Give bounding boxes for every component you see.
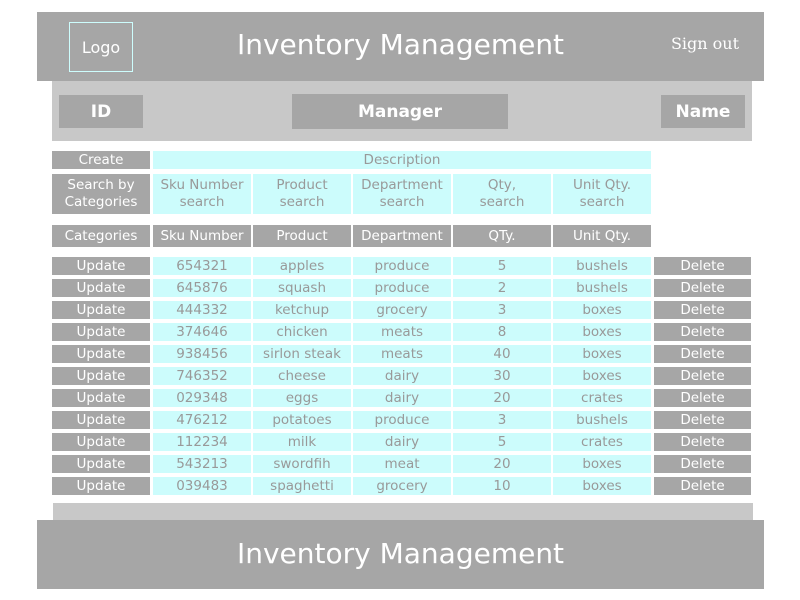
id-field[interactable]: ID bbox=[59, 95, 143, 128]
sku-number-cell: 476212 bbox=[153, 411, 251, 429]
product-cell: chicken bbox=[253, 323, 351, 341]
search-by-categories-label: Search by Categories bbox=[52, 174, 150, 214]
product-cell: ketchup bbox=[253, 301, 351, 319]
qty-search-input[interactable]: Qty, search bbox=[453, 174, 551, 214]
sku-number-cell: 654321 bbox=[153, 257, 251, 275]
sku-number-column-header[interactable]: Sku Number bbox=[153, 225, 251, 247]
qty-cell: 20 bbox=[453, 389, 551, 407]
categories-header: Categories bbox=[52, 225, 150, 247]
qty-cell: 8 bbox=[453, 323, 551, 341]
unit-qty-cell: boxes bbox=[553, 345, 651, 363]
department-search-input[interactable]: Department search bbox=[353, 174, 451, 214]
qty-cell: 3 bbox=[453, 301, 551, 319]
sku-number-cell: 112234 bbox=[153, 433, 251, 451]
department-cell: meat bbox=[353, 455, 451, 473]
unit-qty-search-input[interactable]: Unit Qty. search bbox=[553, 174, 651, 214]
unit-qty-cell: crates bbox=[553, 389, 651, 407]
sku-number-cell: 746352 bbox=[153, 367, 251, 385]
qty-cell: 2 bbox=[453, 279, 551, 297]
delete-button[interactable]: Delete bbox=[654, 301, 751, 319]
delete-button[interactable]: Delete bbox=[654, 257, 751, 275]
bottom-bar bbox=[53, 503, 753, 520]
sku-number-cell: 645876 bbox=[153, 279, 251, 297]
update-button[interactable]: Update bbox=[52, 389, 150, 407]
delete-button[interactable]: Delete bbox=[654, 345, 751, 363]
unit-qty-column-header[interactable]: Unit Qty. bbox=[553, 225, 651, 247]
product-cell: apples bbox=[253, 257, 351, 275]
department-cell: grocery bbox=[353, 477, 451, 495]
product-cell: sirlon steak bbox=[253, 345, 351, 363]
product-cell: milk bbox=[253, 433, 351, 451]
delete-button[interactable]: Delete bbox=[654, 433, 751, 451]
sku-number-cell: 029348 bbox=[153, 389, 251, 407]
delete-button[interactable]: Delete bbox=[654, 367, 751, 385]
delete-button[interactable]: Delete bbox=[654, 323, 751, 341]
sku-number-search-input[interactable]: Sku Number search bbox=[153, 174, 251, 214]
delete-button[interactable]: Delete bbox=[654, 477, 751, 495]
unit-qty-cell: bushels bbox=[553, 257, 651, 275]
unit-qty-cell: bushels bbox=[553, 411, 651, 429]
product-cell: cheese bbox=[253, 367, 351, 385]
product-column-header[interactable]: Product bbox=[253, 225, 351, 247]
description-field[interactable]: Description bbox=[153, 151, 651, 169]
delete-button[interactable]: Delete bbox=[654, 389, 751, 407]
sku-number-cell: 543213 bbox=[153, 455, 251, 473]
department-cell: produce bbox=[353, 411, 451, 429]
unit-qty-cell: boxes bbox=[553, 323, 651, 341]
department-cell: dairy bbox=[353, 433, 451, 451]
update-button[interactable]: Update bbox=[52, 367, 150, 385]
signout-link[interactable]: Sign out bbox=[665, 34, 745, 53]
delete-button[interactable]: Delete bbox=[654, 411, 751, 429]
create-button[interactable]: Create bbox=[52, 151, 150, 169]
sku-number-cell: 374646 bbox=[153, 323, 251, 341]
name-field[interactable]: Name bbox=[661, 95, 745, 128]
qty-cell: 5 bbox=[453, 433, 551, 451]
department-cell: dairy bbox=[353, 367, 451, 385]
department-cell: meats bbox=[353, 345, 451, 363]
product-search-input[interactable]: Product search bbox=[253, 174, 351, 214]
department-cell: meats bbox=[353, 323, 451, 341]
qty-cell: 10 bbox=[453, 477, 551, 495]
department-cell: grocery bbox=[353, 301, 451, 319]
unit-qty-cell: boxes bbox=[553, 455, 651, 473]
unit-qty-cell: bushels bbox=[553, 279, 651, 297]
manager-field[interactable]: Manager bbox=[292, 94, 508, 129]
footer-title: Inventory Management bbox=[236, 537, 565, 570]
update-button[interactable]: Update bbox=[52, 279, 150, 297]
sku-number-cell: 039483 bbox=[153, 477, 251, 495]
update-button[interactable]: Update bbox=[52, 257, 150, 275]
delete-button[interactable]: Delete bbox=[654, 455, 751, 473]
qty-cell: 3 bbox=[453, 411, 551, 429]
sku-number-cell: 444332 bbox=[153, 301, 251, 319]
product-cell: squash bbox=[253, 279, 351, 297]
product-cell: swordfih bbox=[253, 455, 351, 473]
page-title: Inventory Management bbox=[236, 28, 565, 61]
department-cell: produce bbox=[353, 279, 451, 297]
update-button[interactable]: Update bbox=[52, 345, 150, 363]
qty-cell: 5 bbox=[453, 257, 551, 275]
product-cell: eggs bbox=[253, 389, 351, 407]
unit-qty-cell: boxes bbox=[553, 301, 651, 319]
qty-cell: 40 bbox=[453, 345, 551, 363]
qty-cell: 30 bbox=[453, 367, 551, 385]
department-column-header[interactable]: Department bbox=[353, 225, 451, 247]
department-cell: produce bbox=[353, 257, 451, 275]
qty-column-header[interactable]: QTy. bbox=[453, 225, 551, 247]
unit-qty-cell: boxes bbox=[553, 367, 651, 385]
update-button[interactable]: Update bbox=[52, 323, 150, 341]
product-cell: potatoes bbox=[253, 411, 351, 429]
update-button[interactable]: Update bbox=[52, 411, 150, 429]
update-button[interactable]: Update bbox=[52, 455, 150, 473]
sku-number-cell: 938456 bbox=[153, 345, 251, 363]
unit-qty-cell: crates bbox=[553, 433, 651, 451]
department-cell: dairy bbox=[353, 389, 451, 407]
update-button[interactable]: Update bbox=[52, 477, 150, 495]
unit-qty-cell: boxes bbox=[553, 477, 651, 495]
product-cell: spaghetti bbox=[253, 477, 351, 495]
delete-button[interactable]: Delete bbox=[654, 279, 751, 297]
update-button[interactable]: Update bbox=[52, 433, 150, 451]
update-button[interactable]: Update bbox=[52, 301, 150, 319]
qty-cell: 20 bbox=[453, 455, 551, 473]
